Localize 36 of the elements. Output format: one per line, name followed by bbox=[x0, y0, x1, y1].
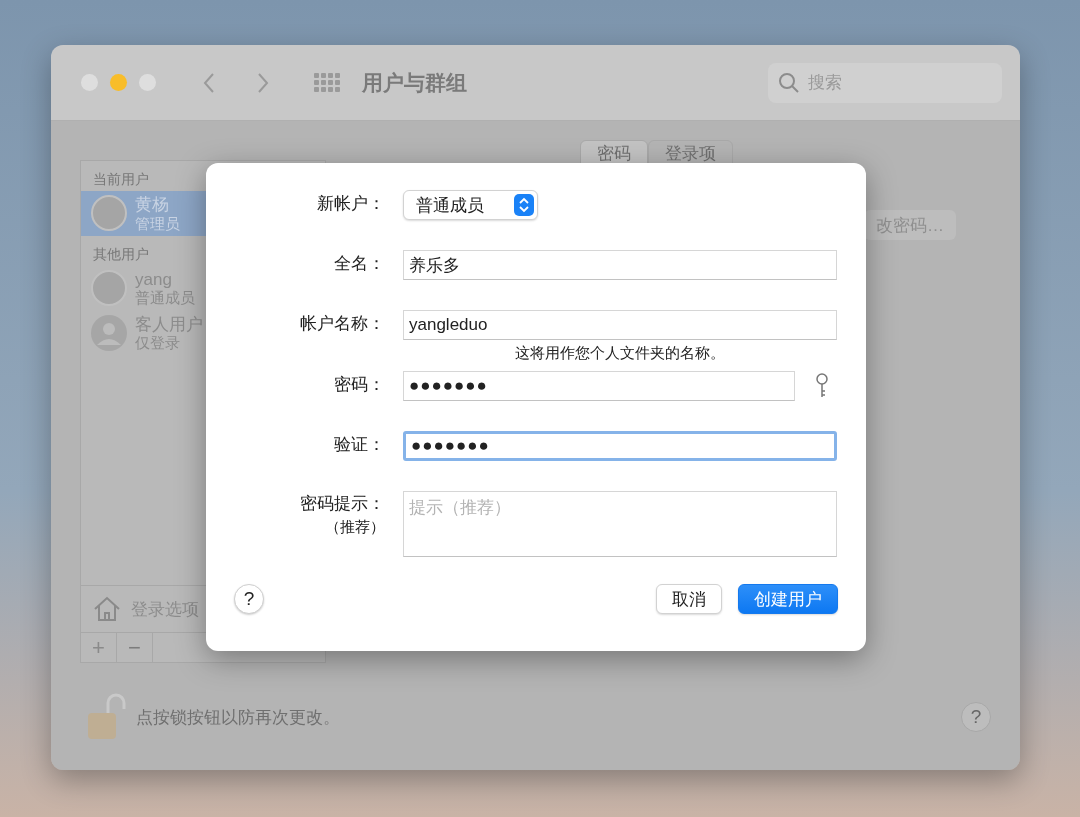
forward-icon[interactable] bbox=[256, 71, 270, 94]
password-field[interactable]: ●●●●●●● bbox=[403, 371, 795, 401]
back-icon[interactable] bbox=[202, 71, 216, 94]
section-heading: 其他用户 bbox=[92, 244, 150, 264]
search-icon bbox=[778, 71, 800, 94]
text-field[interactable]: 养乐多 bbox=[403, 250, 837, 280]
grid-icon[interactable] bbox=[314, 72, 340, 93]
field-sublabel: （推荐） bbox=[325, 517, 385, 537]
minimize-button[interactable] bbox=[110, 74, 127, 91]
account-type-popup[interactable]: 普通成员 bbox=[403, 190, 538, 220]
create-user-button[interactable]: 创建用户 bbox=[738, 584, 838, 614]
field-label: 密码： bbox=[334, 374, 385, 396]
user-name: 黄杨 bbox=[135, 195, 170, 215]
padlock-icon[interactable] bbox=[86, 693, 126, 741]
house-icon bbox=[93, 596, 121, 622]
field-label: 验证： bbox=[334, 434, 385, 456]
user-role: 管理员 bbox=[135, 214, 180, 232]
add-button[interactable]: + bbox=[81, 633, 117, 662]
field-label: 密码提示： bbox=[300, 493, 385, 515]
section-heading: 当前用户 bbox=[92, 170, 150, 189]
text-field[interactable]: yangleduo bbox=[403, 310, 837, 340]
field-note: 这将用作您个人文件夹的名称。 bbox=[514, 344, 726, 363]
window-title: 用户与群组 bbox=[362, 69, 467, 96]
hint-field[interactable]: 提示（推荐） bbox=[403, 491, 837, 557]
text-field[interactable]: ●●●●●●● bbox=[403, 431, 837, 461]
avatar-icon bbox=[91, 195, 127, 232]
key-icon[interactable] bbox=[815, 373, 829, 399]
help-button[interactable]: ? bbox=[234, 584, 264, 614]
cancel-button[interactable]: 取消 bbox=[656, 584, 722, 614]
stepper-arrows-icon bbox=[514, 194, 534, 216]
field-label: 帐户名称： bbox=[300, 313, 385, 335]
lock-message: 点按锁按钮以防再次更改。 bbox=[136, 706, 340, 729]
remove-button[interactable]: − bbox=[117, 633, 153, 662]
help-button[interactable]: ? bbox=[961, 702, 991, 732]
field-label: 全名： bbox=[334, 253, 385, 275]
avatar-icon bbox=[91, 270, 127, 307]
